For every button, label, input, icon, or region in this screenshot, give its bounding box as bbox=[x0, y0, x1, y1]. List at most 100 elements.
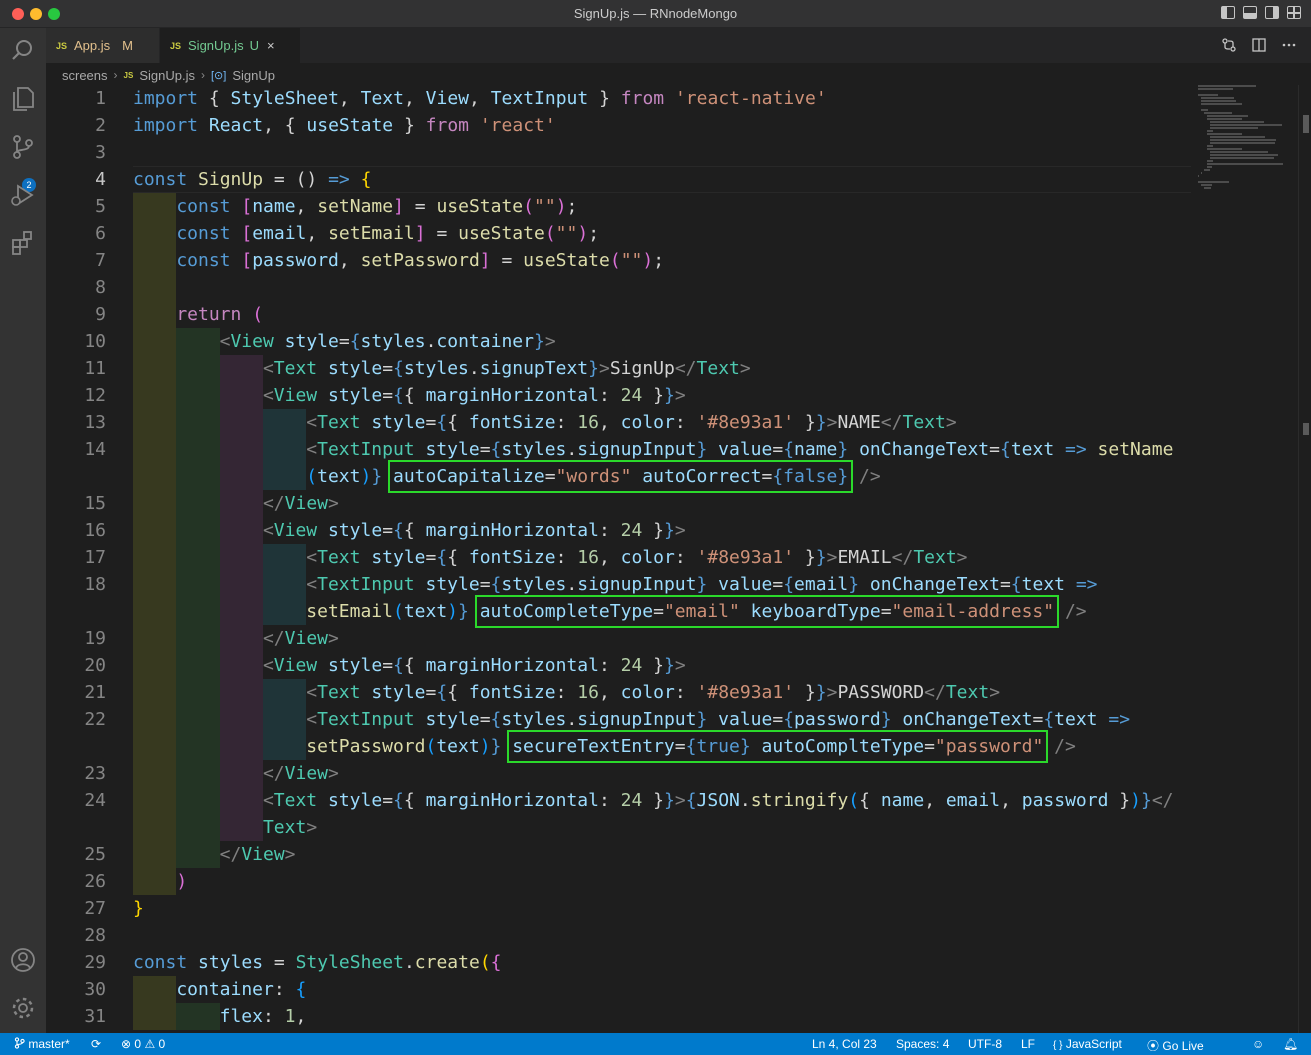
compare-changes-icon[interactable] bbox=[1221, 37, 1237, 53]
source-control-icon[interactable] bbox=[8, 132, 38, 162]
files-icon[interactable] bbox=[8, 84, 38, 114]
code-token: /> bbox=[859, 466, 881, 487]
indent-guide bbox=[262, 733, 307, 760]
toggle-secondary-sidebar-icon[interactable] bbox=[1265, 6, 1279, 19]
code-line[interactable]: <Text style={{ fontSize: 16, color: '#8e… bbox=[133, 679, 1174, 706]
indent-guide bbox=[176, 436, 220, 463]
code-token: autoCompltеType bbox=[761, 736, 925, 757]
more-actions-icon[interactable] bbox=[1281, 37, 1297, 53]
code-line[interactable]: Text> bbox=[133, 814, 1174, 841]
code-line[interactable]: <TextInput style={styles.signupInput} va… bbox=[133, 571, 1174, 598]
cursor-position[interactable]: Ln 4, Col 23 bbox=[812, 1037, 877, 1051]
code-line[interactable]: <Text style={{ fontSize: 16, color: '#8e… bbox=[133, 409, 1174, 436]
encoding-status[interactable]: UTF-8 bbox=[968, 1037, 1002, 1051]
code-line[interactable]: flex: 1, bbox=[133, 1003, 1174, 1030]
code-token: { bbox=[393, 385, 404, 406]
code-token: ) bbox=[577, 223, 589, 244]
code-token: email bbox=[945, 790, 1001, 811]
code-area[interactable]: import { StyleSheet, Text, View, TextInp… bbox=[133, 85, 1174, 1030]
code-line[interactable]: <TextInput style={styles.signupInput} va… bbox=[133, 706, 1174, 733]
indent-guide bbox=[176, 355, 220, 382]
close-icon[interactable]: × bbox=[267, 38, 275, 53]
indent-guide bbox=[133, 490, 177, 517]
language-mode[interactable]: { } JavaScript bbox=[1053, 1037, 1122, 1051]
tab-signup-js[interactable]: JS SignUp.js U × bbox=[160, 28, 300, 63]
code-line[interactable]: <TextInput style={styles.signupInput} va… bbox=[133, 436, 1174, 463]
code-line[interactable]: </View> bbox=[133, 625, 1174, 652]
tab-status: U bbox=[249, 38, 260, 53]
code-line[interactable]: import React, { useState } from 'react' bbox=[133, 112, 1174, 139]
branch-status[interactable]: master* bbox=[14, 1037, 70, 1051]
code-line[interactable] bbox=[133, 139, 1174, 166]
code-line[interactable]: <Text style={{ fontSize: 16, color: '#8e… bbox=[133, 544, 1174, 571]
code-line[interactable]: <Text style={{ marginHorizontal: 24 }}>{… bbox=[133, 787, 1174, 814]
code-line[interactable]: const [name, setName] = useState(""); bbox=[133, 193, 1174, 220]
customize-layout-icon[interactable] bbox=[1287, 6, 1301, 19]
breadcrumb-symbol[interactable]: SignUp bbox=[232, 68, 275, 83]
tab-app-js[interactable]: JS App.js M bbox=[46, 28, 160, 63]
code-token: = bbox=[989, 439, 1000, 460]
vertical-scrollbar[interactable] bbox=[1298, 85, 1311, 1033]
extensions-icon[interactable] bbox=[8, 228, 38, 258]
code-line[interactable]: setEmail(text)} autoCompleteType="email"… bbox=[133, 595, 1174, 628]
code-line[interactable]: ) bbox=[133, 868, 1174, 895]
code-line[interactable]: const [email, setEmail] = useState(""); bbox=[133, 220, 1174, 247]
code-line[interactable] bbox=[133, 922, 1174, 949]
code-line[interactable]: <View style={{ marginHorizontal: 24 }}> bbox=[133, 517, 1174, 544]
code-line[interactable]: </View> bbox=[133, 760, 1174, 787]
problems-status[interactable]: ⊗ 0 ⚠ 0 bbox=[121, 1037, 165, 1051]
breadcrumb-folder[interactable]: screens bbox=[62, 68, 108, 83]
sync-icon[interactable]: ⟳ bbox=[91, 1037, 101, 1051]
code-token: style bbox=[425, 709, 480, 730]
code-line[interactable]: <Text style={styles.signupText}>SignUp</… bbox=[133, 355, 1174, 382]
code-line[interactable] bbox=[133, 274, 1174, 301]
code-line[interactable]: <View style={{ marginHorizontal: 24 }}> bbox=[133, 652, 1174, 679]
code-line[interactable]: const SignUp = () => { bbox=[133, 166, 1174, 193]
feedback-icon[interactable]: ☺ bbox=[1252, 1037, 1264, 1051]
toggle-primary-sidebar-icon[interactable] bbox=[1221, 6, 1235, 19]
code-text: <Text style={{ marginHorizontal: 24 }}>{… bbox=[263, 790, 1174, 811]
line-number bbox=[46, 598, 106, 625]
minimap[interactable] bbox=[1198, 85, 1293, 205]
code-line[interactable]: (text)} autoCapitalize="words" autoCorre… bbox=[133, 460, 1174, 493]
code-line[interactable]: return ( bbox=[133, 301, 1174, 328]
code-token: = bbox=[403, 196, 437, 217]
gear-icon[interactable] bbox=[8, 993, 38, 1023]
split-editor-icon[interactable] bbox=[1251, 37, 1267, 53]
run-debug-icon[interactable] bbox=[8, 180, 38, 210]
go-live-button[interactable]: ⦿ Go Live bbox=[1147, 1037, 1204, 1054]
breadcrumb-file[interactable]: SignUp.js bbox=[139, 68, 195, 83]
code-line[interactable]: setPassword(text)} secureTextEntry={true… bbox=[133, 730, 1174, 763]
bell-icon[interactable]: 🔔︎ bbox=[1283, 1037, 1298, 1051]
code-editor[interactable]: 1 2 3 4 5 6 7 8 9 10 11 12 13 14 15 16 17 18 19 20 21 22 23 24 2… bbox=[46, 85, 1311, 1033]
code-token: setName bbox=[1097, 439, 1174, 460]
search-icon[interactable] bbox=[8, 36, 38, 66]
toggle-panel-icon[interactable] bbox=[1243, 6, 1257, 19]
code-line[interactable]: } bbox=[133, 895, 1174, 922]
code-line[interactable]: const [password, setPassword] = useState… bbox=[133, 247, 1174, 274]
code-token: } bbox=[696, 439, 708, 460]
code-line[interactable]: container: { bbox=[133, 976, 1174, 1003]
minimap-line bbox=[1201, 97, 1235, 99]
code-token: const bbox=[133, 952, 188, 973]
indentation-status[interactable]: Spaces: 4 bbox=[896, 1037, 949, 1051]
code-line[interactable]: </View> bbox=[133, 841, 1174, 868]
eol-status[interactable]: LF bbox=[1021, 1037, 1035, 1051]
code-line[interactable]: </View> bbox=[133, 490, 1174, 517]
code-token: } bbox=[794, 682, 816, 703]
code-line[interactable]: import { StyleSheet, Text, View, TextInp… bbox=[133, 85, 1174, 112]
line-number: 26 bbox=[84, 871, 106, 892]
code-token: = bbox=[382, 385, 394, 406]
code-token: = bbox=[490, 250, 524, 271]
account-icon[interactable] bbox=[8, 945, 38, 975]
minimap-line bbox=[1207, 145, 1214, 147]
code-line[interactable]: <View style={styles.container}> bbox=[133, 328, 1174, 355]
code-token: "words" bbox=[555, 466, 632, 487]
line-number bbox=[46, 463, 106, 490]
code-line[interactable]: const styles = StyleSheet.create({ bbox=[133, 949, 1174, 976]
code-line[interactable]: <View style={{ marginHorizontal: 24 }}> bbox=[133, 382, 1174, 409]
